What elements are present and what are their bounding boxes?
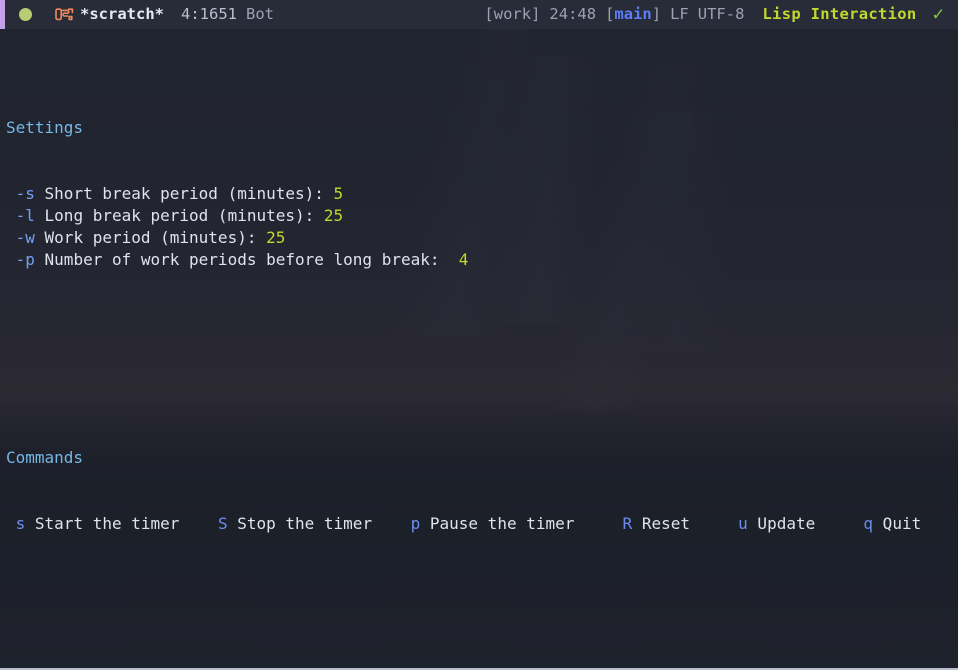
emacs-frame: *scratch* 4:1651 Bot [work] 24:48 [main]… (0, 0, 958, 670)
settings-row: -s Short break period (minutes): 5 (6, 183, 958, 205)
settings-flag[interactable]: -l (16, 206, 35, 225)
mode-line-encoding[interactable]: UTF-8 (698, 0, 745, 29)
command-label[interactable]: Reset (632, 514, 690, 533)
settings-label: Long break period (minutes): (34, 206, 324, 225)
settings-indent (6, 206, 16, 225)
command-key-reset[interactable]: R (623, 514, 633, 533)
mode-line-scroll-state: Bot (246, 5, 274, 23)
settings-indent (6, 250, 16, 269)
command-gap (179, 514, 218, 533)
mode-line: *scratch* 4:1651 Bot [work] 24:48 [main]… (0, 0, 958, 29)
settings-value: 25 (266, 228, 286, 247)
command-label[interactable]: Update (748, 514, 815, 533)
mode-line-git-branch[interactable]: main (614, 0, 651, 29)
command-gap (690, 514, 738, 533)
settings-flag[interactable]: -w (16, 228, 35, 247)
settings-label: Number of work periods before long break… (34, 250, 459, 269)
settings-value: 5 (333, 184, 344, 203)
command-gap (574, 514, 622, 533)
settings-value: 4 (458, 250, 469, 269)
settings-list: -s Short break period (minutes): 5 -l Lo… (6, 183, 958, 271)
command-gap (6, 514, 16, 533)
command-label[interactable]: Pause the timer (420, 514, 575, 533)
settings-row: -w Work period (minutes): 25 (6, 227, 958, 249)
settings-label: Short break period (minutes): (34, 184, 334, 203)
command-key-quit[interactable]: q (863, 514, 873, 533)
mode-line-position: 4:1651 (181, 5, 237, 23)
settings-flag[interactable]: -s (16, 184, 35, 203)
command-key-stop[interactable]: S (218, 514, 228, 533)
command-key-start[interactable]: s (16, 514, 26, 533)
settings-row: -l Long break period (minutes): 25 (6, 205, 958, 227)
settings-indent (6, 228, 16, 247)
mode-line-buffer-name[interactable]: *scratch* (80, 0, 164, 29)
settings-flag[interactable]: -p (16, 250, 35, 269)
mode-line-workspace[interactable]: [work] (484, 0, 540, 29)
scratch-buffer[interactable]: Settings -s Short break period (minutes)… (0, 29, 958, 668)
command-key-update[interactable]: u (738, 514, 748, 533)
settings-heading: Settings (6, 118, 84, 137)
green-circle-icon (19, 8, 32, 21)
mode-line-clock: 24:48 (549, 5, 597, 23)
settings-row: -p Number of work periods before long br… (6, 249, 958, 271)
settings-label: Work period (minutes): (34, 228, 267, 247)
mode-line-left-segments: *scratch* 4:1651 Bot (5, 0, 274, 29)
settings-value: 25 (323, 206, 344, 225)
mode-line-eol[interactable]: LF (670, 0, 689, 29)
command-label[interactable]: Start the timer (25, 514, 180, 533)
lisp-hand-icon (55, 6, 74, 23)
commands-list: s Start the timer S Stop the timer p Pau… (6, 513, 958, 535)
settings-indent (6, 184, 16, 203)
command-key-pause[interactable]: p (411, 514, 421, 533)
command-gap (815, 514, 863, 533)
mode-line-major-mode[interactable]: Lisp Interaction (762, 0, 916, 29)
command-gap (372, 514, 411, 533)
commands-heading: Commands (6, 448, 84, 467)
mode-line-right-segments: [work] 24:48 [main] LF UTF-8 Lisp Intera… (484, 0, 958, 29)
command-label[interactable]: Stop the timer (228, 514, 372, 533)
mode-line-branch-bracket-close: ] (651, 5, 662, 23)
command-label[interactable]: Quit (873, 514, 922, 533)
checkmark-icon: ✓ (932, 3, 944, 25)
mode-line-branch-bracket-open: [ (605, 5, 615, 23)
